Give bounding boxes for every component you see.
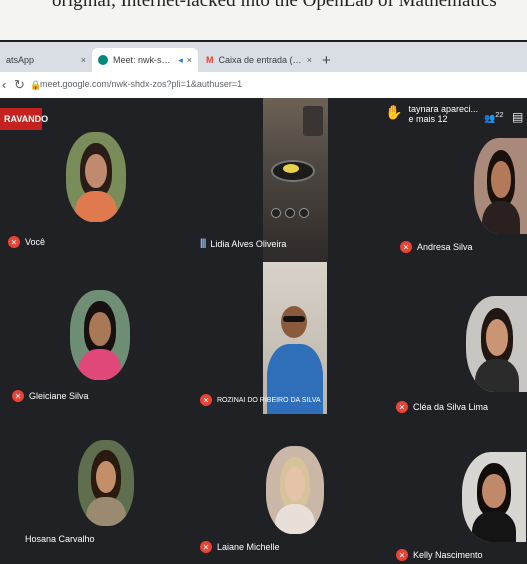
browser-tab-bar: atsApp × Meet: nwk-shdx-zos ◂ × M Caixa …: [0, 42, 527, 72]
meet-favicon-icon: [98, 55, 108, 65]
new-tab-button[interactable]: +: [322, 52, 331, 69]
participant-name: ✕ ROZINAI DO RIBEIRO DA SILVA: [200, 394, 321, 406]
tab-label: Caixa de entrada (899) - cilene: [218, 55, 303, 65]
mic-off-icon: ✕: [396, 401, 408, 413]
tab-label: atsApp: [6, 55, 35, 65]
recording-badge: RAVANDO: [0, 108, 48, 130]
participant-name: ✕ Andresa Silva: [400, 241, 473, 253]
meet-grid: RAVANDO ✋ taynara apareci... e mais 12 👥…: [0, 98, 527, 564]
participant-name: ✕ Laiane Michelle: [200, 541, 280, 553]
participant-name: ✕ Cléa da Silva Lima: [396, 401, 488, 413]
hand-more: e mais 12: [408, 114, 448, 124]
participant-name: ✕ Kelly Nascimento: [396, 549, 483, 561]
raised-hand-icon: ✋: [385, 104, 403, 120]
gmail-icon: M: [206, 55, 214, 65]
participant-name: Hosana Carvalho: [8, 533, 95, 545]
photo-caption: original, Internet-lacked into the OpenL…: [52, 0, 497, 11]
chat-icon[interactable]: ▤: [512, 110, 523, 124]
raised-hand-notice[interactable]: ✋ taynara apareci... e mais 12: [385, 104, 478, 124]
avatar-gleiciane: [70, 290, 130, 380]
mic-off-icon: ✕: [400, 241, 412, 253]
url-field[interactable]: meet.google.com/nwk-shdx-zos?pli=1&authu…: [40, 79, 242, 89]
close-icon[interactable]: ×: [307, 55, 312, 65]
avatar-laiane: [266, 446, 324, 534]
mic-off-icon: ✕: [200, 541, 212, 553]
tab-label: Meet: nwk-shdx-zos: [113, 55, 174, 65]
hand-name: taynara apareci...: [408, 104, 478, 114]
photo-caption-band: original, Internet-lacked into the OpenL…: [0, 0, 527, 40]
people-icon[interactable]: 👥22: [484, 110, 504, 124]
tab-gmail[interactable]: M Caixa de entrada (899) - cilene ×: [200, 48, 318, 72]
people-count: 22: [495, 110, 504, 119]
avatar-clea: [466, 296, 527, 392]
avatar-hosana: [78, 440, 134, 526]
people-glyph: 👥: [484, 113, 496, 123]
tab-meet[interactable]: Meet: nwk-shdx-zos ◂ ×: [92, 48, 198, 72]
participant-name: ✕ Gleiciane Silva: [12, 390, 89, 402]
mic-off-icon: ✕: [396, 549, 408, 561]
speaking-icon: |||: [200, 238, 206, 249]
mic-off-icon: ✕: [8, 236, 20, 248]
close-icon[interactable]: ×: [81, 55, 86, 65]
address-bar: ‹ ↻ 🔒 meet.google.com/nwk-shdx-zos?pli=1…: [0, 72, 527, 99]
mic-off-icon: ✕: [12, 390, 24, 402]
audio-playing-icon[interactable]: ◂: [178, 55, 183, 66]
back-icon[interactable]: ‹: [2, 77, 6, 92]
avatar-kelly: [462, 452, 526, 542]
close-icon[interactable]: ×: [187, 55, 192, 65]
avatar-andresa: [474, 138, 527, 234]
participant-name: ||| Lidia Alves Oliveira: [200, 238, 287, 249]
mic-icon: [8, 533, 20, 545]
mic-off-icon: ✕: [200, 394, 212, 406]
avatar-voce: [66, 132, 126, 222]
tab-whatsapp[interactable]: atsApp ×: [0, 48, 92, 72]
participant-name: ✕ Você: [8, 236, 45, 248]
video-tile-rozinaldo: [263, 262, 327, 414]
reload-icon[interactable]: ↻: [14, 77, 25, 93]
